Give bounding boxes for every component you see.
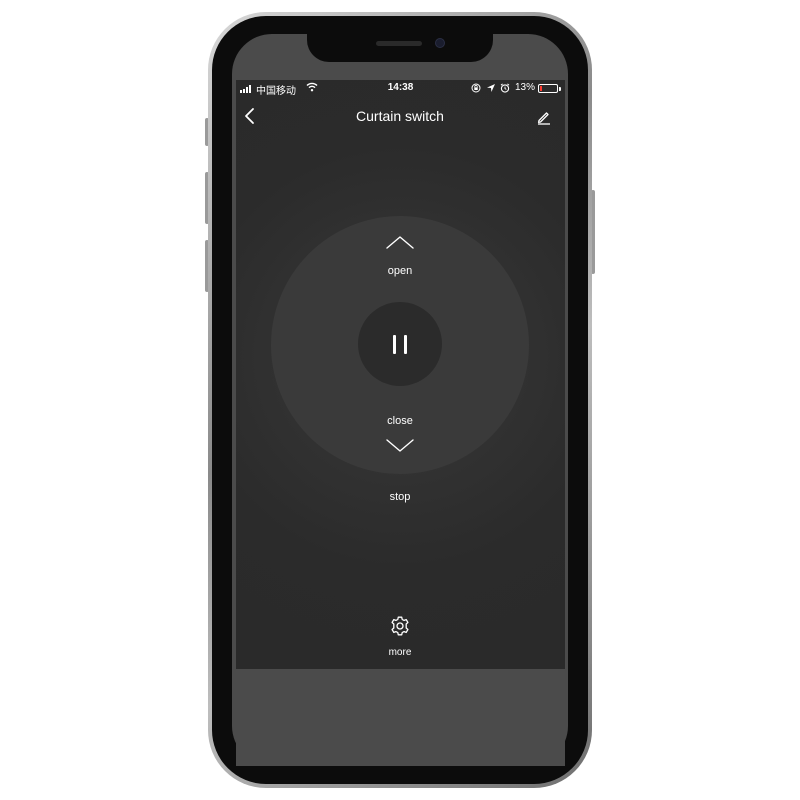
- pause-icon: [404, 335, 407, 354]
- earpiece-speaker: [376, 41, 422, 46]
- rotation-lock-icon: [471, 83, 481, 93]
- more-button[interactable]: more: [340, 647, 460, 658]
- location-icon: [487, 84, 495, 92]
- chevron-left-icon[interactable]: [240, 106, 260, 126]
- open-button[interactable]: open: [340, 265, 460, 277]
- pencil-icon[interactable]: [535, 108, 553, 126]
- stop-button[interactable]: [358, 302, 442, 386]
- front-camera: [435, 38, 445, 48]
- battery-cap: [559, 87, 561, 91]
- close-button[interactable]: close: [340, 415, 460, 427]
- phone-mockup: 中国移动 14:38 13% Curtain switch open close…: [0, 0, 800, 800]
- pause-icon: [393, 335, 396, 354]
- gear-icon[interactable]: [389, 615, 411, 637]
- stop-label: stop: [389, 491, 411, 503]
- empty-bottom-area: [236, 669, 565, 766]
- chevron-down-icon[interactable]: [385, 438, 415, 454]
- page-title: Curtain switch: [356, 108, 444, 124]
- chevron-up-icon[interactable]: [385, 234, 415, 250]
- battery-level: [540, 86, 542, 91]
- battery-icon: [538, 84, 558, 93]
- notch: [307, 34, 493, 62]
- status-bar: 中国移动 14:38 13%: [236, 80, 565, 97]
- alarm-icon: [500, 83, 510, 93]
- battery-percent: 13%: [515, 82, 536, 93]
